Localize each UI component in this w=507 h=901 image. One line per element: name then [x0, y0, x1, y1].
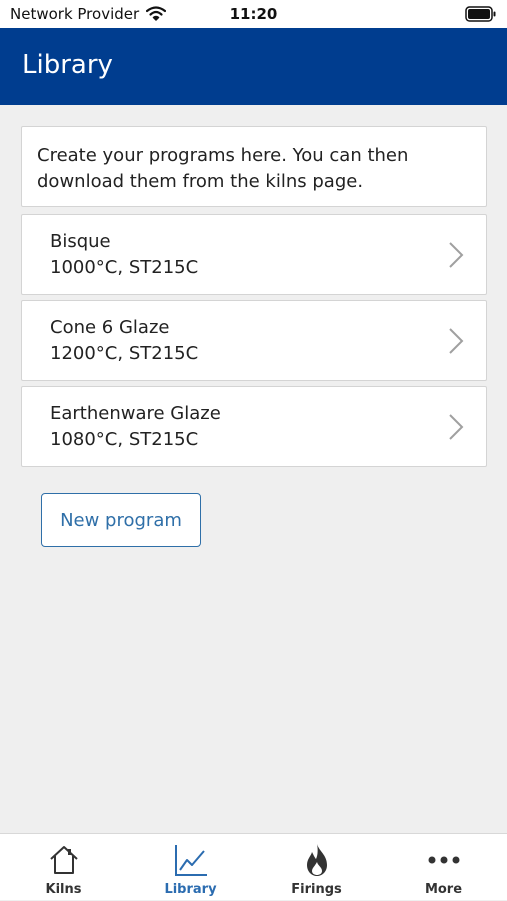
tab-label: Kilns — [45, 882, 82, 897]
program-name: Bisque — [50, 231, 111, 252]
status-time: 11:20 — [229, 5, 278, 23]
status-bar: Network Provider 11:20 — [0, 0, 507, 28]
tab-bar: Kilns Library Firings More — [0, 833, 507, 900]
program-details: 1080°C, ST215C — [50, 429, 199, 450]
battery-icon — [465, 6, 497, 26]
chevron-right-icon — [448, 413, 464, 445]
tab-more[interactable]: More — [380, 834, 507, 901]
chevron-right-icon — [448, 327, 464, 359]
tab-label: Library — [164, 882, 217, 897]
tab-firings[interactable]: Firings — [253, 834, 380, 901]
chart-line-icon — [127, 842, 254, 878]
library-content: Create your programs here. You can then … — [0, 105, 507, 833]
program-name: Earthenware Glaze — [50, 403, 221, 424]
tab-library[interactable]: Library — [127, 834, 254, 901]
tab-kilns[interactable]: Kilns — [0, 834, 127, 901]
tab-label: Firings — [291, 882, 342, 897]
info-text: Create your programs here. You can then … — [37, 145, 409, 192]
program-item-earthenware-glaze[interactable]: Earthenware Glaze 1080°C, ST215C — [21, 386, 487, 467]
program-name: Cone 6 Glaze — [50, 317, 170, 338]
navigation-bar: Library — [0, 28, 507, 105]
program-details: 1000°C, ST215C — [50, 257, 199, 278]
program-item-bisque[interactable]: Bisque 1000°C, ST215C — [21, 214, 487, 295]
chevron-right-icon — [448, 241, 464, 273]
program-item-cone-6-glaze[interactable]: Cone 6 Glaze 1200°C, ST215C — [21, 300, 487, 381]
page-title: Library — [22, 50, 113, 80]
new-program-button[interactable]: New program — [41, 493, 201, 547]
tab-label: More — [424, 882, 463, 897]
program-details: 1200°C, ST215C — [50, 343, 199, 364]
info-card: Create your programs here. You can then … — [21, 126, 487, 207]
home-icon — [0, 842, 127, 878]
flame-icon — [253, 842, 380, 878]
more-dots-icon — [380, 842, 507, 878]
